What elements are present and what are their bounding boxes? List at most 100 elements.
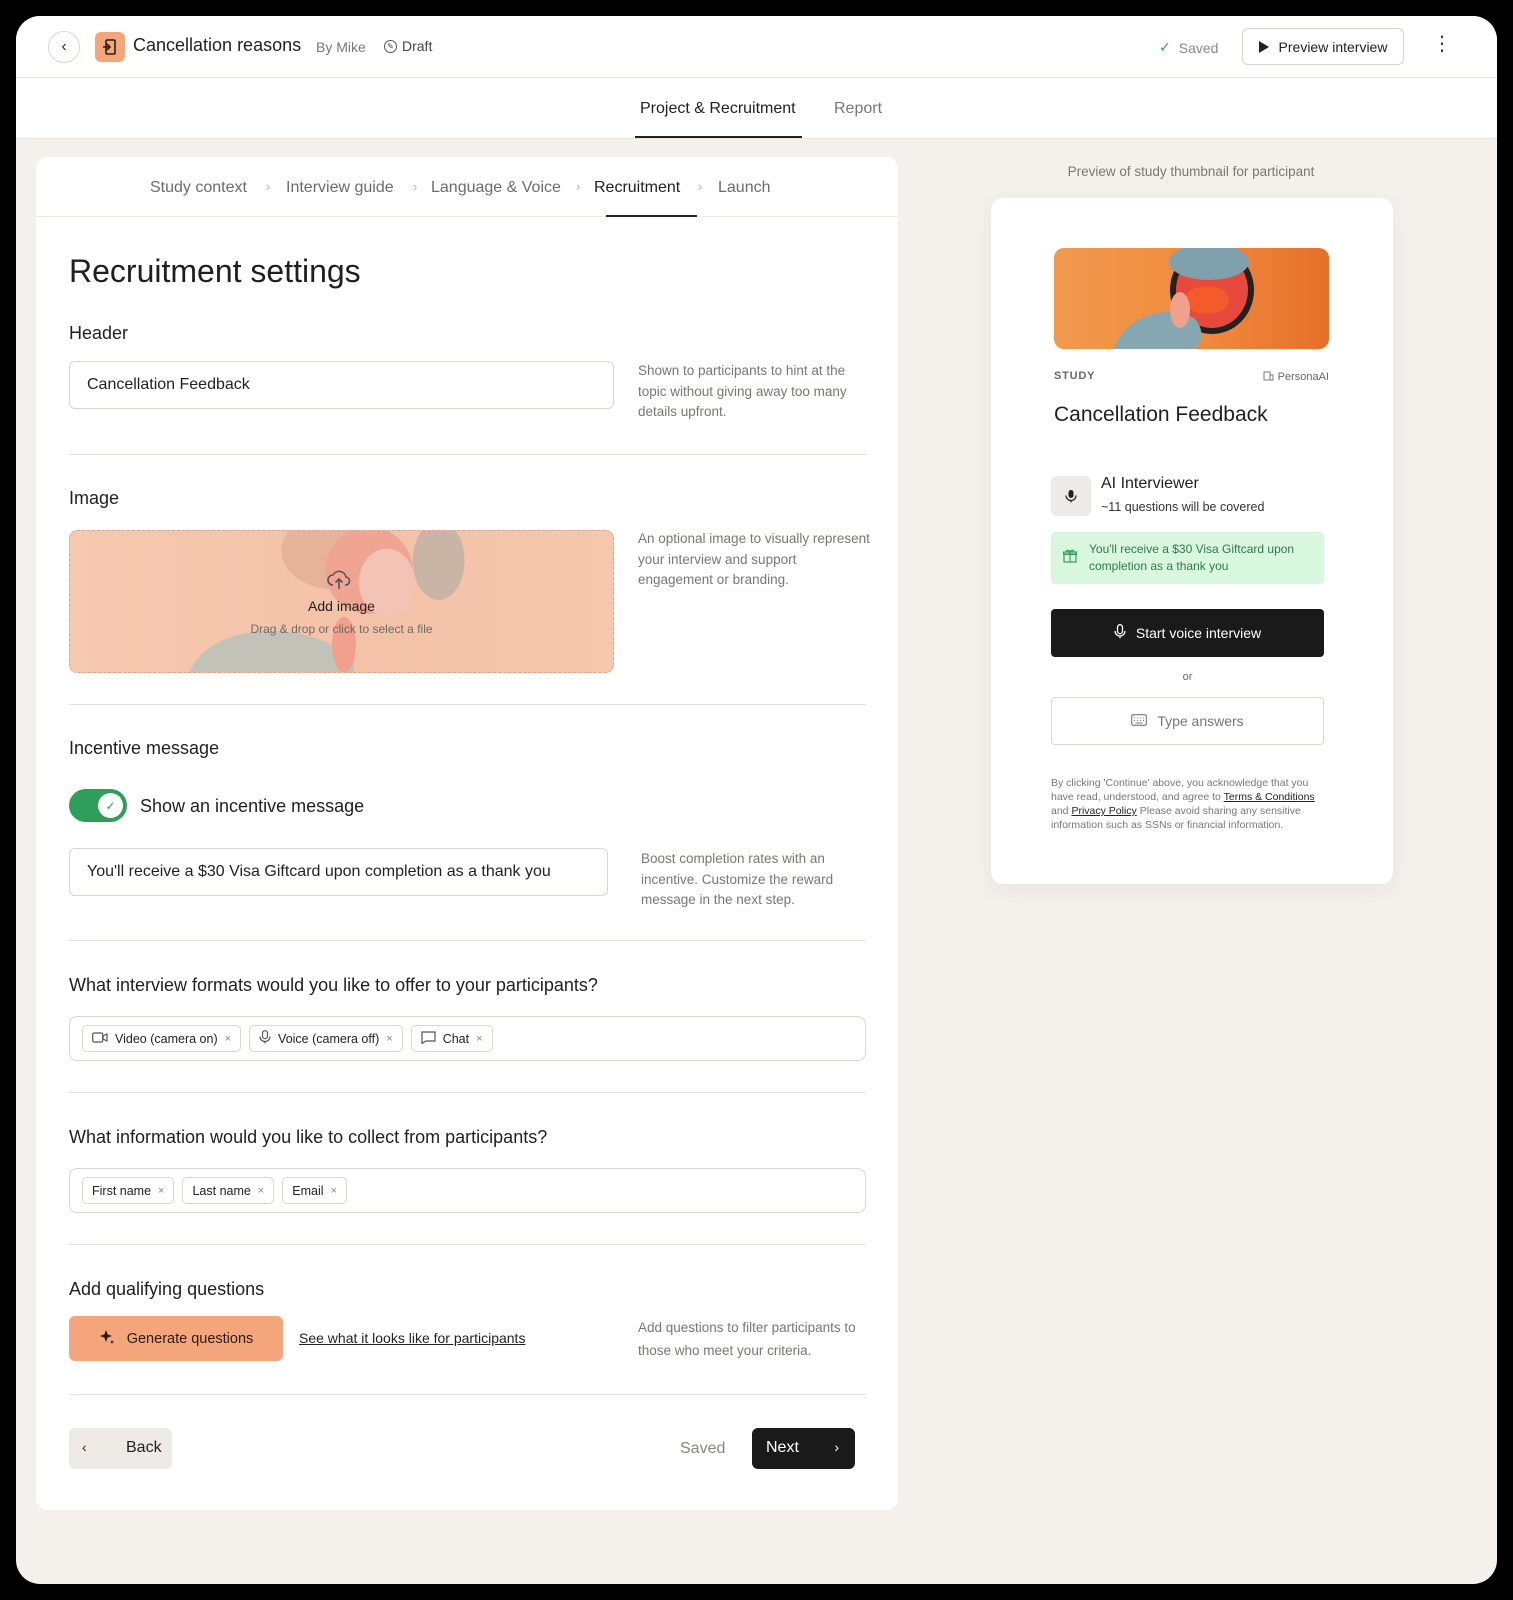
legal-text-and: and	[1051, 805, 1069, 817]
add-image-subtitle: Drag & drop or click to select a file	[250, 622, 433, 636]
remove-tag-icon[interactable]: ×	[386, 1033, 392, 1045]
chevron-right-icon: ›	[834, 1439, 839, 1455]
formats-multiselect[interactable]: Video (camera on) × Voice (camera off) ×…	[69, 1016, 866, 1061]
saved-status: ✓ Saved	[1159, 39, 1218, 56]
header-input[interactable]: Cancellation Feedback	[69, 361, 614, 409]
collect-label: What information would you like to colle…	[69, 1127, 548, 1147]
image-label: Image	[69, 488, 120, 508]
incentive-banner: You'll receive a $30 Visa Giftcard upon …	[1051, 532, 1324, 584]
legal-disclaimer: By clicking 'Continue' above, you acknow…	[1051, 776, 1326, 832]
check-icon: ✓	[98, 793, 123, 818]
active-tab-indicator	[635, 136, 802, 138]
chat-icon	[421, 1030, 436, 1047]
divider	[69, 1394, 866, 1395]
pencil-icon: ✎	[384, 39, 397, 53]
header-label: Header	[69, 323, 129, 343]
more-options-icon[interactable]: ⋮	[1432, 34, 1452, 54]
remove-tag-icon[interactable]: ×	[331, 1185, 337, 1197]
collect-tag-label: Email	[292, 1183, 324, 1198]
incentive-toggle[interactable]: ✓	[69, 789, 127, 822]
format-tag-video[interactable]: Video (camera on) ×	[82, 1025, 242, 1052]
chevron-right-icon: ›	[266, 179, 271, 194]
remove-tag-icon[interactable]: ×	[258, 1185, 264, 1197]
step-launch[interactable]: Launch	[718, 179, 771, 197]
incentive-label: Incentive message	[69, 738, 220, 758]
collect-tag-first-name[interactable]: First name ×	[82, 1177, 175, 1204]
start-voice-interview-button[interactable]: Start voice interview	[1051, 609, 1324, 657]
format-tag-chat[interactable]: Chat ×	[410, 1025, 493, 1052]
type-answers-label: Type answers	[1157, 713, 1244, 729]
qualifying-hint: Add questions to filter participants to …	[638, 1320, 856, 1358]
chevron-left-icon: ‹	[82, 1439, 87, 1455]
privacy-link[interactable]: Privacy Policy	[1071, 805, 1136, 817]
preview-interview-label: Preview interview	[1278, 38, 1388, 55]
collect-multiselect[interactable]: First name × Last name × Email ×	[69, 1168, 866, 1213]
upload-cloud-icon	[327, 569, 351, 597]
ai-interviewer-subtitle: ~11 questions will be covered	[1101, 500, 1265, 514]
preview-caption: Preview of study thumbnail for participa…	[1067, 164, 1315, 179]
study-preview-card: STUDY PersonaAI Cancellation Feedback AI…	[991, 198, 1393, 884]
project-author: By Mike	[316, 39, 366, 55]
chevron-left-icon: ‹	[61, 38, 67, 55]
format-tag-label: Voice (camera off)	[278, 1031, 380, 1046]
divider	[69, 1244, 866, 1245]
remove-tag-icon[interactable]: ×	[476, 1033, 482, 1045]
preview-interview-button[interactable]: Preview interview	[1242, 28, 1404, 65]
or-separator: or	[1182, 671, 1193, 683]
video-icon	[92, 1031, 108, 1046]
generate-questions-button[interactable]: Generate questions	[69, 1316, 283, 1361]
mic-icon	[1114, 624, 1126, 642]
back-nav-button[interactable]: ‹	[48, 31, 80, 63]
back-button[interactable]: ‹ Back	[69, 1428, 172, 1469]
main-tabs: Project & Recruitment Report	[16, 78, 1497, 139]
collect-tag-email[interactable]: Email ×	[282, 1177, 347, 1204]
divider	[69, 704, 866, 705]
step-recruitment[interactable]: Recruitment	[594, 179, 680, 197]
saved-label: Saved	[1178, 39, 1219, 56]
divider	[69, 454, 866, 455]
preview-study-title: Cancellation Feedback	[1054, 403, 1268, 426]
collect-tag-label: Last name	[192, 1183, 251, 1198]
play-icon	[1258, 40, 1269, 53]
study-tag: STUDY	[1054, 370, 1096, 382]
incentive-toggle-label: Show an incentive message	[140, 796, 365, 816]
collect-tag-last-name[interactable]: Last name ×	[182, 1177, 275, 1204]
project-icon	[95, 32, 125, 62]
next-label: Next	[766, 1439, 799, 1456]
format-tag-voice[interactable]: Voice (camera off) ×	[249, 1025, 403, 1052]
saved-status-footer: Saved	[680, 1440, 726, 1457]
image-hint: An optional image to visually represent …	[638, 531, 870, 587]
gift-icon	[1063, 549, 1078, 566]
step-language-voice[interactable]: Language & Voice	[431, 179, 561, 197]
organization-name: PersonaAI	[1277, 371, 1329, 383]
format-tag-label: Video (camera on)	[115, 1031, 218, 1046]
add-image-title: Add image	[308, 598, 375, 614]
header-hint: Shown to participants to hint at the top…	[638, 363, 847, 419]
formats-label: What interview formats would you like to…	[69, 975, 598, 995]
type-answers-button[interactable]: Type answers	[1051, 697, 1324, 745]
tab-report[interactable]: Report	[834, 100, 882, 118]
ai-interviewer-name: AI Interviewer	[1101, 475, 1199, 492]
active-step-indicator	[606, 215, 697, 217]
incentive-hint: Boost completion rates with an incentive…	[641, 851, 834, 907]
back-label: Back	[126, 1439, 162, 1456]
keyboard-icon	[1131, 713, 1148, 729]
remove-tag-icon[interactable]: ×	[158, 1185, 164, 1197]
terms-link[interactable]: Terms & Conditions	[1224, 791, 1315, 803]
image-dropzone[interactable]: Add image Drag & drop or click to select…	[69, 530, 614, 673]
step-study-context[interactable]: Study context	[150, 179, 247, 197]
divider	[69, 940, 866, 941]
tab-project-recruitment[interactable]: Project & Recruitment	[640, 100, 796, 118]
step-interview-guide[interactable]: Interview guide	[286, 179, 394, 197]
next-button[interactable]: Next ›	[752, 1428, 855, 1469]
chevron-right-icon: ›	[576, 179, 581, 194]
see-participant-view-link[interactable]: See what it looks like for participants	[299, 1330, 525, 1346]
mic-icon	[259, 1030, 271, 1047]
remove-tag-icon[interactable]: ×	[225, 1033, 231, 1045]
start-voice-interview-label: Start voice interview	[1135, 625, 1262, 641]
incentive-banner-text: You'll receive a $30 Visa Giftcard upon …	[1089, 542, 1295, 573]
organization: PersonaAI	[1263, 370, 1329, 384]
project-title[interactable]: Cancellation reasons	[133, 35, 301, 56]
incentive-input[interactable]: You'll receive a $30 Visa Giftcard upon …	[69, 848, 608, 896]
top-bar: ‹ Cancellation reasons By Mike ✎ Draft ✓…	[16, 16, 1497, 78]
